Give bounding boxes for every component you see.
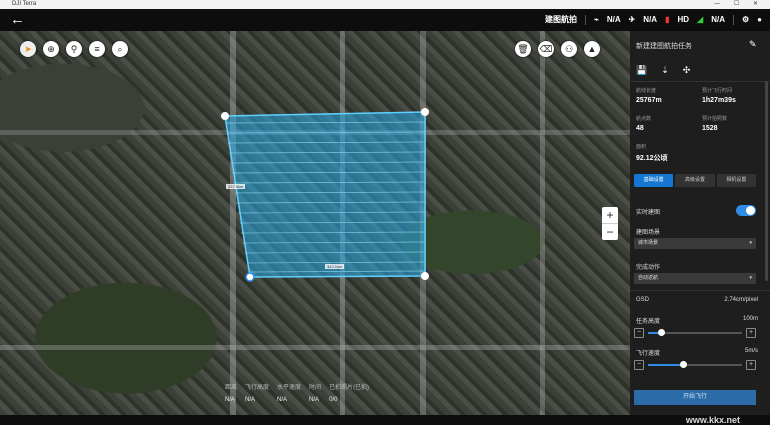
slider-knob[interactable] (679, 361, 687, 368)
realtime-row: 实时建图 (636, 205, 760, 216)
divider (630, 290, 770, 291)
compass-icon[interactable]: ➤ (20, 41, 36, 57)
scene-label: 建图场景 (636, 230, 661, 236)
window-title: DJI Terra (12, 1, 37, 7)
vertex-handle (421, 272, 429, 280)
bottom-bar (0, 415, 770, 425)
window-titlebar: DJI Terra — ☐ ✕ (0, 0, 770, 9)
settings-gear-icon[interactable]: ⚙ (742, 15, 749, 24)
gsd-value: 2.74cm/pixel (724, 297, 758, 303)
battery-icon: ▮ (665, 15, 670, 24)
plus-icon[interactable]: + (746, 360, 756, 370)
status-bar: 建图航拍 ⌁ N/A ✈ N/A ▮ HD ◢ N/A ⚙ ● (545, 14, 762, 25)
vertex-handle (221, 112, 229, 120)
trash-icon[interactable]: 🗑 (515, 41, 531, 57)
import-icon[interactable]: ⇣ (661, 65, 669, 76)
vertex-handle (245, 272, 255, 282)
plus-icon[interactable]: + (746, 328, 756, 338)
stat-item: 水平速度 N/A (277, 385, 302, 403)
realtime-toggle[interactable] (736, 205, 756, 216)
divider (584, 14, 586, 25)
wifi-icon: ◢ (697, 15, 704, 24)
minus-icon[interactable]: − (634, 360, 644, 370)
finish-label: 完成动作 (636, 265, 661, 271)
zoom-out-button[interactable]: − (602, 223, 618, 240)
menu-icon[interactable]: ≡ (89, 41, 105, 57)
altitude-row: 任务高度 100m (636, 316, 760, 325)
map-tools-right: 🗑 ⌫ ⚇ ▲ (515, 41, 600, 57)
finish-select[interactable]: 自动返航 ▾ (634, 273, 756, 284)
stat-item: 飞行高度 N/A (245, 385, 270, 403)
speed-row: 飞行速度 5m/s (636, 348, 760, 357)
divider (630, 81, 770, 82)
gsd-label: GSD (636, 297, 650, 303)
divider (732, 14, 734, 25)
info-route-length: 航线长度 25767m (636, 88, 662, 104)
gsd-row: GSD 2.74cm/pixel (636, 297, 760, 303)
drone-icon[interactable]: ✣ (683, 65, 691, 76)
minus-icon[interactable]: − (634, 328, 644, 338)
mode-label: 建图航拍 (544, 15, 577, 24)
save-icon[interactable]: 💾 (636, 65, 647, 76)
map-tools-left: ➤ ⊕ ⚲ ≡ ⌕ (20, 41, 128, 57)
zoom-in-button[interactable]: + (602, 207, 618, 223)
panel-actions: 💾 ⇣ ✣ (636, 65, 690, 76)
realtime-label: 实时建图 (636, 210, 661, 216)
start-flight-button[interactable]: 开始飞行 (634, 390, 756, 405)
back-arrow-icon: ← (10, 11, 25, 28)
tab-advanced[interactable]: 高级设置 (675, 174, 715, 187)
survey-area (221, 108, 429, 282)
signal-icon: ✈ (628, 15, 636, 24)
stat-item: 距离 N/A (225, 385, 238, 403)
stat-item: 时间 N/A (309, 385, 322, 403)
gps-icon: ⌁ (593, 15, 599, 24)
user-icon[interactable]: ● (757, 15, 762, 24)
speed-value: 5m/s (744, 348, 758, 354)
window-controls[interactable]: — ☐ ✕ (714, 0, 764, 9)
info-flight-time: 预计飞行时间 1h27m39s (702, 88, 736, 104)
speed-label: 飞行速度 (636, 351, 661, 357)
stat-item: 已拍照片(已拍) 0/0 (329, 385, 370, 403)
edge-length-label: 337.5km (226, 184, 246, 189)
chevron-down-icon: ▾ (749, 275, 752, 281)
zoom-control: + − (602, 207, 618, 240)
vertex-handle (421, 108, 429, 116)
edit-icon[interactable]: ✎ (749, 39, 757, 50)
panel-scrollbar[interactable] (765, 81, 768, 281)
users-icon[interactable]: ⚇ (561, 41, 577, 57)
scene-select[interactable]: 城市场景 ▾ (634, 238, 756, 249)
altitude-value: 100m (742, 316, 758, 322)
hd-label: HD (677, 15, 690, 24)
watermark: www.kkx.net (685, 415, 740, 425)
tab-basic[interactable]: 基础设置 (634, 174, 674, 187)
info-photo-count: 预计拍照数 1528 (702, 116, 728, 132)
locate-icon[interactable]: ⊕ (43, 41, 59, 57)
tab-camera[interactable]: 相机设置 (716, 174, 756, 187)
slider-knob[interactable] (658, 329, 666, 336)
eraser-icon[interactable]: ⌫ (538, 41, 554, 57)
mission-panel: 新建建图航拍任务 ✎ 💾 ⇣ ✣ 航线长度 25767m 预计飞行时间 1h27m3… (630, 31, 770, 415)
flight-stats: 距离 N/A 飞行高度 N/A 水平速度 N/A 时间 N/A 已拍照片(已拍) 0/0 (225, 382, 369, 403)
search-icon[interactable]: ⌕ (112, 41, 128, 57)
info-waypoints: 航点数 48 (636, 116, 652, 132)
panel-title: 新建建图航拍任务 (636, 43, 692, 50)
gps-status: N/A (606, 15, 621, 24)
edge-length-label: 342.1km (325, 264, 345, 269)
chevron-down-icon: ▾ (749, 240, 752, 246)
altitude-label: 任务高度 (636, 319, 661, 325)
rc-status: N/A (643, 15, 658, 24)
satellite-map[interactable]: 337.5km 342.1km (0, 31, 630, 415)
info-area: 面积 92.12公顷 (636, 144, 668, 162)
settings-tabs: 基础设置 高级设置 相机设置 (634, 174, 756, 187)
altitude-slider[interactable]: − + (634, 328, 756, 338)
top-bar: ← 建图航拍 ⌁ N/A ✈ N/A ▮ HD ◢ N/A ⚙ ● (0, 9, 770, 31)
pin-icon[interactable]: ⚲ (66, 41, 82, 57)
back-button[interactable]: ← (10, 12, 28, 28)
navigate-icon[interactable]: ▲ (584, 41, 600, 57)
speed-slider[interactable]: − + (634, 360, 756, 370)
link-status: N/A (711, 15, 725, 24)
